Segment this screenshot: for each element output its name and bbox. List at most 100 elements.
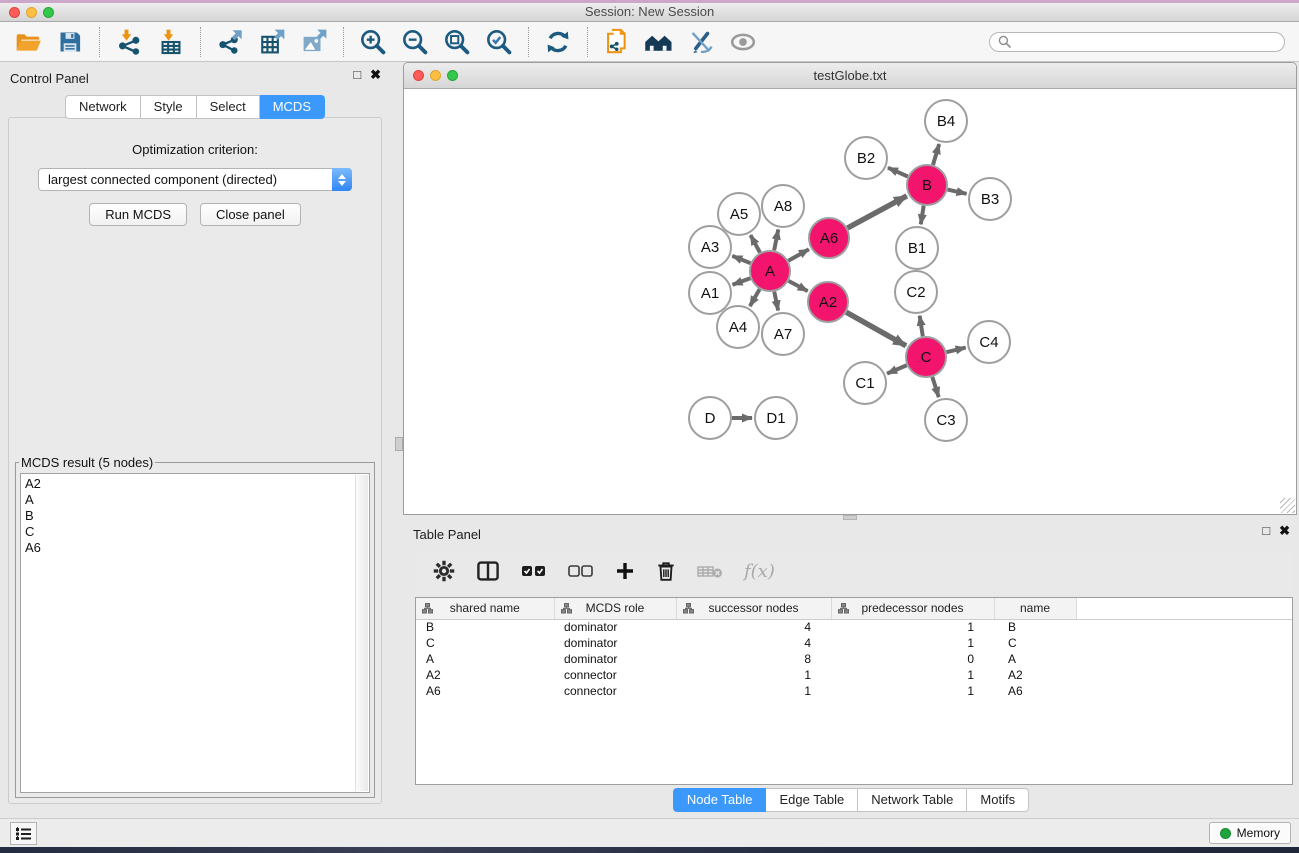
table-cell[interactable]: dominator [554,651,676,667]
table-cell[interactable]: 1 [831,635,994,651]
network-close-button[interactable] [413,70,424,81]
table-cell[interactable]: C [416,635,554,651]
table-row[interactable]: Bdominator41B [416,619,1292,635]
graph-edge-A6-B[interactable] [847,196,906,228]
graph-edge-C-C2[interactable] [920,316,923,337]
window-resize-grip[interactable] [1280,498,1295,513]
control-tab-network[interactable]: Network [65,95,141,119]
graph-node-A2[interactable]: A2 [808,282,848,322]
graph-node-A6[interactable]: A6 [809,218,849,258]
graph-node-C3[interactable]: C3 [925,399,967,441]
task-history-button[interactable] [10,822,37,845]
table-cell[interactable]: A2 [994,667,1076,683]
mcds-list-scrollbar[interactable] [355,475,368,791]
show-columns-icon[interactable] [476,560,500,582]
column-header-successor-nodes[interactable]: successor nodes [676,598,831,619]
network-graph[interactable]: AA1A2A3A4A5A6A7A8BB1B2B3B4CC1C2C3C4DD1 [404,89,1296,514]
table-cell[interactable]: A6 [416,683,554,699]
table-cell[interactable]: 1 [831,683,994,699]
mcds-result-item[interactable]: A2 [25,476,369,492]
column-header-predecessor-nodes[interactable]: predecessor nodes [831,598,994,619]
delete-column-trash-icon[interactable] [656,560,676,582]
table-row[interactable]: A2connector11A2 [416,667,1292,683]
table-cell[interactable]: B [994,619,1076,635]
graph-edge-A-A5[interactable] [750,235,760,252]
graph-node-A3[interactable]: A3 [689,226,731,268]
graph-node-A1[interactable]: A1 [689,272,731,314]
table-cell[interactable]: dominator [554,619,676,635]
control-tab-select[interactable]: Select [197,95,260,119]
float-panel-icon[interactable]: □ [353,68,361,82]
close-panel-button[interactable]: Close panel [200,203,301,226]
table-tab-motifs[interactable]: Motifs [967,788,1029,812]
graph-edge-A-A8[interactable] [774,230,778,251]
graph-edge-C-C4[interactable] [946,348,965,353]
new-network-from-selection-button[interactable] [601,26,633,58]
show-graphics-details-button[interactable] [727,26,759,58]
graph-node-A[interactable]: A [750,251,790,291]
table-cell[interactable]: 1 [676,667,831,683]
table-cell[interactable]: connector [554,683,676,699]
table-cell[interactable]: A2 [416,667,554,683]
open-session-button[interactable] [12,26,44,58]
zoom-window-button[interactable] [43,7,54,18]
table-cell[interactable]: 1 [831,619,994,635]
export-table-button[interactable] [256,26,288,58]
column-header-mcds-role[interactable]: MCDS role [554,598,676,619]
graph-edge-A-A6[interactable] [788,249,809,261]
table-cell[interactable]: A [416,651,554,667]
table-cell[interactable]: connector [554,667,676,683]
graph-node-C1[interactable]: C1 [844,362,886,404]
control-tab-mcds[interactable]: MCDS [260,95,325,119]
graph-edge-B-B3[interactable] [947,190,966,194]
table-cell[interactable]: 4 [676,635,831,651]
unselect-all-columns-icon[interactable] [568,562,594,580]
table-cell[interactable]: 8 [676,651,831,667]
graph-edge-A-A7[interactable] [774,292,778,311]
graph-edge-C-C3[interactable] [932,377,938,397]
close-panel-icon[interactable]: ✖ [1279,524,1290,538]
table-cell[interactable]: B [416,619,554,635]
import-network-button[interactable] [113,26,145,58]
table-tab-network-table[interactable]: Network Table [858,788,967,812]
table-cell[interactable]: dominator [554,635,676,651]
graph-node-D[interactable]: D [689,397,731,439]
export-network-button[interactable] [214,26,246,58]
graph-node-A8[interactable]: A8 [762,185,804,227]
graph-node-A5[interactable]: A5 [718,193,760,235]
network-zoom-button[interactable] [447,70,458,81]
graph-edge-B-B2[interactable] [888,168,908,177]
table-cell[interactable]: A [994,651,1076,667]
node-table[interactable]: shared nameMCDS rolesuccessor nodesprede… [415,597,1293,785]
create-column-plus-icon[interactable] [615,561,635,581]
graph-edge-A-A2[interactable] [789,281,808,291]
import-table-button[interactable] [155,26,187,58]
mcds-result-item[interactable]: C [25,524,369,540]
close-panel-icon[interactable]: ✖ [370,68,381,82]
first-neighbors-button[interactable] [643,26,675,58]
graph-node-B2[interactable]: B2 [845,137,887,179]
graph-edge-A-A3[interactable] [732,256,750,263]
graph-edge-A-A4[interactable] [750,289,760,306]
graph-edge-A-A1[interactable] [733,278,751,285]
table-tab-node-table[interactable]: Node Table [673,788,767,812]
zoom-selected-button[interactable] [483,26,515,58]
mcds-result-item[interactable]: B [25,508,369,524]
mcds-result-item[interactable]: A6 [25,540,369,556]
graph-node-D1[interactable]: D1 [755,397,797,439]
select-all-columns-icon[interactable] [521,562,547,580]
table-row[interactable]: Cdominator41C [416,635,1292,651]
graph-edge-B-B1[interactable] [921,206,924,225]
refresh-view-button[interactable] [542,26,574,58]
table-cell[interactable]: A6 [994,683,1076,699]
optimization-criterion-dropdown[interactable]: largest connected component (directed) [38,168,352,191]
save-session-button[interactable] [54,26,86,58]
export-image-button[interactable] [298,26,330,58]
table-cell[interactable]: 4 [676,619,831,635]
minimize-window-button[interactable] [26,7,37,18]
hide-annotations-button[interactable] [685,26,717,58]
zoom-fit-button[interactable] [441,26,473,58]
table-settings-gear-icon[interactable] [433,560,455,582]
table-row[interactable]: Adominator80A [416,651,1292,667]
mcds-result-list[interactable]: A2ABCA6 [20,473,370,793]
